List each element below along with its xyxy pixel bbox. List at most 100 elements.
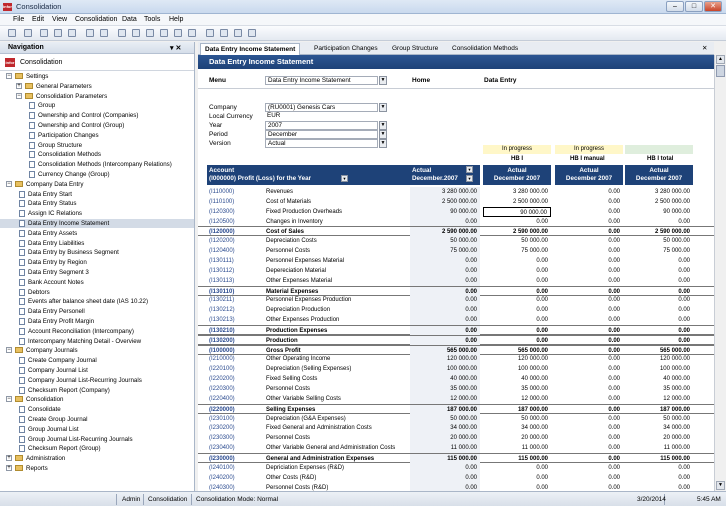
tree-item[interactable]: Group Structure: [0, 141, 194, 150]
tree-item[interactable]: Data Entry Personell: [0, 307, 194, 316]
home-link[interactable]: Home: [412, 77, 430, 84]
cell-value[interactable]: 35 000.00: [410, 384, 480, 394]
next-icon[interactable]: [234, 29, 242, 37]
cell-value[interactable]: 0.00: [555, 187, 623, 197]
cell-value[interactable]: 34 000.00: [410, 423, 480, 434]
tree-item[interactable]: − Settings: [0, 72, 194, 81]
print-preview-icon[interactable]: [54, 29, 62, 37]
last-icon[interactable]: [248, 29, 256, 37]
cell-value[interactable]: 3 280 000.00: [410, 187, 480, 197]
cell-value[interactable]: 0.00: [555, 246, 623, 256]
account-dim-dropdown-icon[interactable]: ▼: [341, 175, 348, 182]
tree-item[interactable]: Assign IC Relations: [0, 209, 194, 218]
tree-item[interactable]: Debtors: [0, 288, 194, 297]
menu-file[interactable]: File: [13, 16, 24, 23]
tree-item[interactable]: Data Entry Start: [0, 190, 194, 199]
copy-icon[interactable]: [132, 29, 140, 37]
tree-item[interactable]: Company Journal List-Recurring Journals: [0, 376, 194, 385]
tree-item[interactable]: Create Group Journal: [0, 415, 194, 424]
collapse-icon[interactable]: −: [6, 396, 12, 403]
cell-value[interactable]: 50 000.00: [410, 413, 480, 424]
cell-value[interactable]: 100 000.00: [410, 364, 480, 375]
prev-icon[interactable]: [220, 29, 228, 37]
tree-item[interactable]: Bank Account Notes: [0, 278, 194, 287]
export-icon[interactable]: [68, 29, 76, 37]
pin-icon[interactable]: ▾ ✕: [170, 44, 181, 52]
chevron-down-icon[interactable]: ▼: [379, 121, 387, 130]
tree-item[interactable]: Ownership and Control (Group): [0, 121, 194, 130]
cell-value[interactable]: 0.00: [555, 423, 623, 433]
form-value[interactable]: December: [265, 130, 378, 139]
cell-value[interactable]: 0.00: [410, 255, 480, 266]
expand-icon[interactable]: +: [6, 455, 12, 462]
cell-value[interactable]: 0.00: [555, 217, 623, 227]
scroll-thumb[interactable]: [716, 65, 725, 77]
cell-value[interactable]: 0.00: [410, 216, 480, 227]
tree-item[interactable]: Company Journal List: [0, 366, 194, 375]
expand-icon[interactable]: +: [6, 465, 12, 471]
cell-value[interactable]: 0.00: [410, 482, 480, 491]
undo-icon[interactable]: [86, 29, 94, 37]
actual-dropdown-icon[interactable]: ▼: [466, 166, 473, 173]
tree-item[interactable]: Consolidate: [0, 405, 194, 414]
tree-item[interactable]: Data Entry by Region: [0, 258, 194, 267]
tree-item[interactable]: − Company Data Entry: [0, 180, 194, 189]
tree-item[interactable]: + General Parameters: [0, 82, 194, 91]
form-value[interactable]: 2007: [265, 121, 378, 130]
cell-value[interactable]: 0.00: [555, 236, 623, 246]
settings-icon[interactable]: [188, 29, 196, 37]
cell-value[interactable]: 12 000.00: [410, 393, 480, 404]
cell-value[interactable]: 0.00: [555, 295, 623, 305]
paste-icon[interactable]: [146, 29, 154, 37]
menu-select[interactable]: Data Entry Income Statement: [265, 76, 378, 85]
tree-item[interactable]: Data Entry Segment 3: [0, 268, 194, 277]
scroll-up-icon[interactable]: ▲: [716, 55, 725, 64]
tab-consolidation-methods[interactable]: Consolidation Methods: [448, 43, 522, 55]
open-icon[interactable]: [24, 29, 32, 37]
cell-value[interactable]: 0.00: [555, 463, 623, 473]
tree-item[interactable]: Participation Changes: [0, 131, 194, 140]
collapse-icon[interactable]: −: [6, 73, 12, 79]
tab-close-icon[interactable]: ✕: [698, 43, 711, 55]
tree-item[interactable]: Data Entry Assets: [0, 229, 194, 238]
cell-value[interactable]: 75 000.00: [410, 246, 480, 257]
tree-item[interactable]: − Consolidation Parameters: [0, 92, 194, 101]
cell-value[interactable]: 0.00: [410, 472, 480, 483]
tree-item[interactable]: Group Journal List: [0, 425, 194, 434]
tree-item[interactable]: Data Entry Income Statement: [0, 219, 194, 228]
close-button[interactable]: ✕: [704, 1, 722, 12]
tree-item[interactable]: Group Journal List-Recurring Journals: [0, 435, 194, 444]
cell-value[interactable]: 0.00: [555, 354, 623, 364]
vertical-scrollbar[interactable]: ▲ ▼: [714, 55, 725, 491]
form-value[interactable]: Actual: [265, 139, 378, 148]
save-icon[interactable]: [8, 29, 16, 37]
delete-icon[interactable]: [160, 29, 168, 37]
menu-data[interactable]: Data: [122, 16, 137, 23]
tab-participation-changes[interactable]: Participation Changes: [310, 43, 382, 55]
menu-consolidation[interactable]: Consolidation: [75, 16, 117, 23]
cell-value[interactable]: 0.00: [555, 266, 623, 276]
cell-value[interactable]: 50 000.00: [410, 236, 480, 247]
cell-value[interactable]: 20 000.00: [410, 433, 480, 444]
cell-value[interactable]: 0.00: [555, 384, 623, 394]
tree-item[interactable]: Data Entry Profit Margin: [0, 317, 194, 326]
cell-value[interactable]: 0.00: [555, 374, 623, 384]
tree-item[interactable]: Account Reconciliation (Intercompany): [0, 327, 194, 336]
cell-value[interactable]: 0.00: [410, 462, 480, 473]
tree-item[interactable]: + Reports: [0, 464, 194, 473]
tree-item[interactable]: Data Entry Status: [0, 199, 194, 208]
maximize-button[interactable]: □: [685, 1, 703, 12]
tree-item[interactable]: Checksum Report (Company): [0, 386, 194, 395]
cell-value[interactable]: 0.00: [555, 443, 623, 453]
tree-item[interactable]: Create Company Journal: [0, 356, 194, 365]
redo-icon[interactable]: [100, 29, 108, 37]
tab-income-statement[interactable]: Data Entry Income Statement: [200, 43, 301, 55]
cell-value[interactable]: 0.00: [555, 276, 623, 286]
cell-value[interactable]: 11 000.00: [410, 443, 480, 454]
cell-value[interactable]: 0.00: [555, 414, 623, 424]
tree-item[interactable]: + Administration: [0, 454, 194, 463]
tree-item[interactable]: Data Entry by Business Segment: [0, 248, 194, 257]
cell-value[interactable]: 0.00: [410, 265, 480, 276]
menu-help[interactable]: Help: [169, 16, 183, 23]
cell-value[interactable]: 0.00: [410, 295, 480, 306]
